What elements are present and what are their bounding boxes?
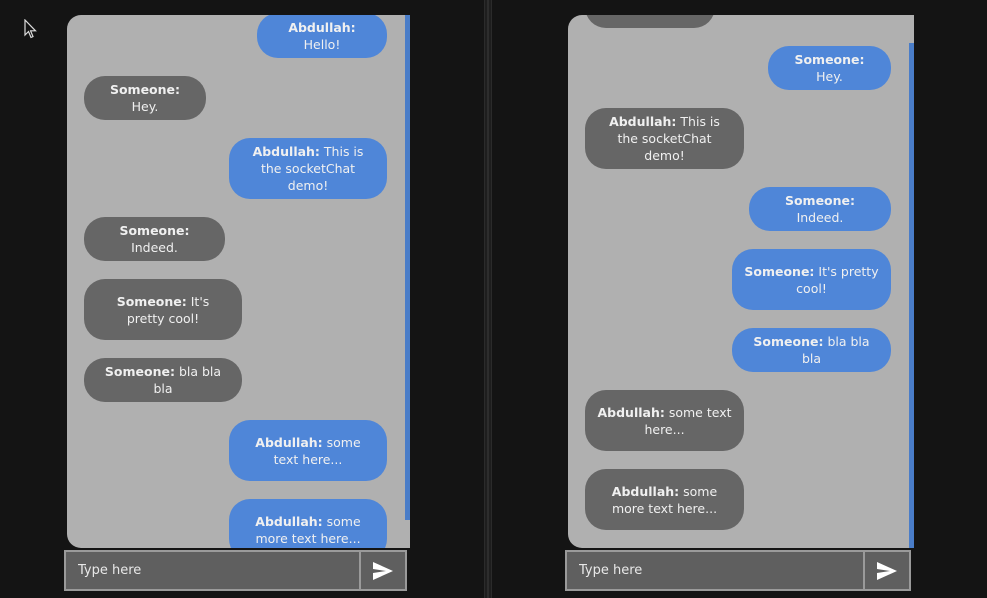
send-button[interactable] (863, 552, 909, 589)
message-sender: Abdullah: (597, 404, 665, 420)
message-bubble: Abdullah: Hello! (257, 15, 387, 58)
message-bubble: Abdullah: some text here... (585, 390, 744, 451)
message-sender: Abdullah: (288, 19, 356, 35)
message-composer (565, 550, 911, 591)
message-text: Hey. (131, 99, 159, 114)
mouse-pointer-icon (24, 19, 37, 39)
message-bubble: Abdullah: some more text here... (229, 499, 387, 548)
message-bubble-partial (585, 15, 715, 28)
message-sender: Abdullah: (611, 483, 680, 499)
right-chat-messages[interactable]: Someone: Hey. Abdullah: This is the sock… (568, 15, 914, 548)
message-sender: Someone: (744, 263, 815, 279)
message-bubble: Abdullah: This is the socketChat demo! (229, 138, 387, 199)
message-bubble: Someone: bla bla bla (732, 328, 891, 372)
message-sender: Someone: (784, 193, 856, 208)
window-divider (484, 0, 492, 598)
message-bubble: Abdullah: some more text here... (585, 469, 744, 530)
message-sender: Abdullah: (255, 513, 323, 529)
send-button[interactable] (359, 552, 405, 589)
message-sender: Someone: (794, 52, 865, 67)
message-bubble: Someone: Indeed. (749, 187, 891, 231)
message-sender: Someone: (119, 223, 190, 238)
scrollbar[interactable] (909, 43, 914, 548)
message-text: Indeed. (131, 240, 178, 255)
message-sender: Someone: (753, 334, 824, 349)
message-sender: Abdullah: (255, 434, 323, 450)
message-bubble: Abdullah: some text here... (229, 420, 387, 481)
message-bubble: Someone: It's pretty cool! (732, 249, 891, 310)
message-bubble: Someone: Indeed. (84, 217, 225, 261)
message-sender: Abdullah: (609, 114, 677, 129)
message-text: Hello! (303, 36, 341, 52)
send-icon (373, 561, 393, 580)
message-text: Hey. (816, 69, 843, 84)
message-bubble: Someone: Hey. (768, 46, 891, 90)
message-text: Indeed. (796, 210, 844, 225)
message-sender: Someone: (104, 364, 175, 379)
scrollbar[interactable] (405, 15, 410, 520)
send-icon (877, 561, 897, 580)
message-bubble: Someone: bla bla bla (84, 358, 242, 402)
message-sender: Someone: (116, 293, 187, 309)
message-bubble: Someone: It's pretty cool! (84, 279, 242, 340)
message-sender: Abdullah: (252, 144, 320, 159)
message-sender: Someone: (109, 82, 181, 97)
message-composer (64, 550, 407, 591)
message-bubble: Abdullah: This is the socketChat demo! (585, 108, 744, 169)
message-bubble: Someone: Hey. (84, 76, 206, 120)
left-chat-messages[interactable]: Abdullah: Hello! Someone: Hey. Abdullah:… (67, 15, 410, 548)
message-input[interactable] (567, 552, 863, 589)
message-input[interactable] (66, 552, 359, 589)
